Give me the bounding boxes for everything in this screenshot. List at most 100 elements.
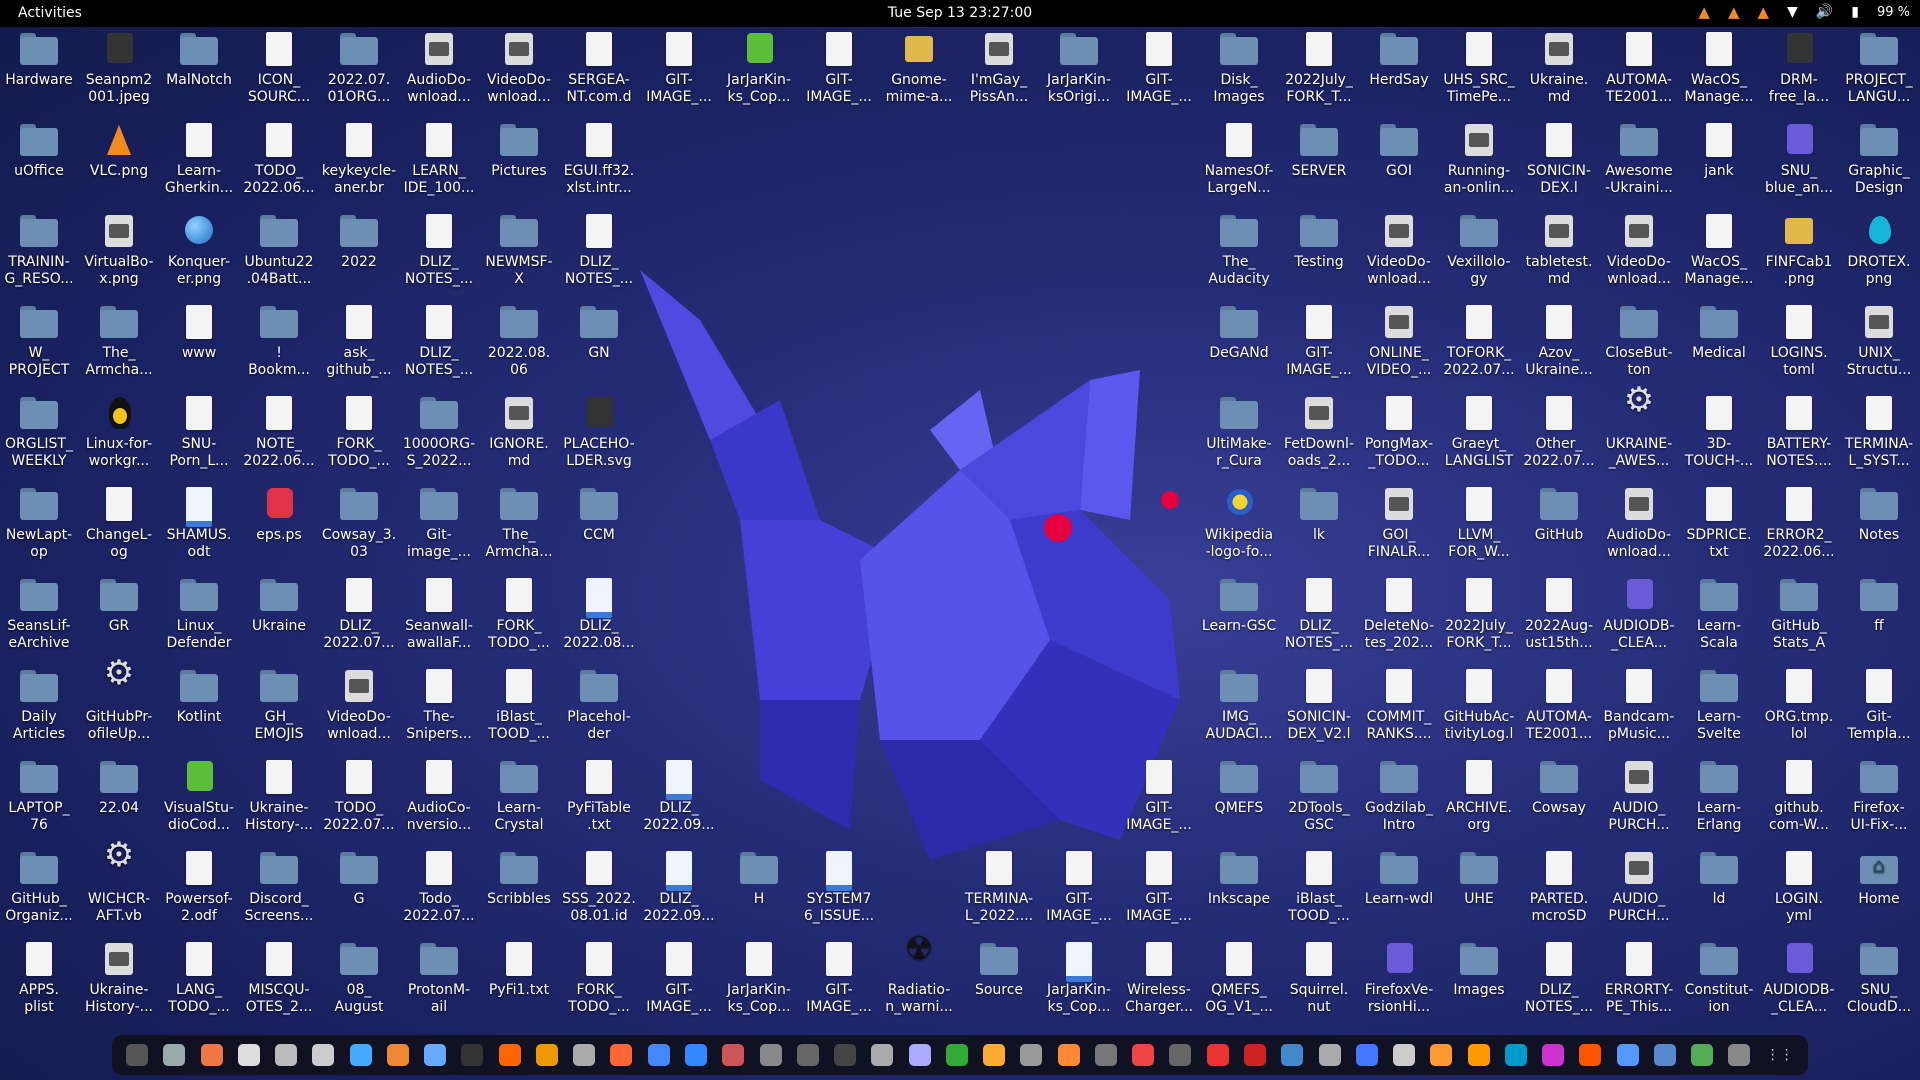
desktop-file-folder[interactable]: PROJECT_ LANGU...: [1840, 30, 1918, 106]
desktop-file-folder[interactable]: Git-image_...: [400, 485, 478, 561]
dock-app-icon[interactable]: [1206, 1044, 1229, 1066]
desktop-file-doc[interactable]: DLIZ_ NOTES_...: [400, 303, 478, 379]
desktop-file-doc[interactable]: NOTE_ 2022.06...: [240, 394, 318, 470]
desktop-file-doc[interactable]: TERMINA- L_2022....: [960, 849, 1038, 925]
desktop-file-doc[interactable]: iBlast_ TOOD_...: [1280, 849, 1358, 925]
desktop-file-folder[interactable]: Constitut-ion: [1680, 940, 1758, 1016]
dock-app-icon[interactable]: [1020, 1044, 1043, 1066]
desktop-file-doc[interactable]: GIT- IMAGE_...: [1120, 849, 1198, 925]
desktop-file-folder[interactable]: TRAININ- G_RESO...: [0, 212, 78, 288]
desktop-file-wiki[interactable]: Wikipedia -logo-fo...: [1200, 485, 1278, 561]
desktop-file-folder[interactable]: QMEFS: [1200, 758, 1278, 817]
desktop-file-folder[interactable]: Cowsay_3. 03: [320, 485, 398, 561]
desktop-file-dark[interactable]: Seanpm2 001.jpeg: [80, 30, 158, 106]
desktop-file-folder[interactable]: Kotlint: [160, 667, 238, 726]
desktop-file-purple[interactable]: FirefoxVe-rsionHi...: [1360, 940, 1438, 1016]
desktop-file-folder[interactable]: Learn-wdl: [1360, 849, 1438, 908]
desktop-file-doc[interactable]: SSS_2022. 08.01.id: [560, 849, 638, 925]
desktop-file-doc[interactable]: ERROR2_ 2022.06...: [1760, 485, 1838, 561]
dock-app-icon[interactable]: [722, 1044, 745, 1066]
desktop-file-doc[interactable]: TOFORK_ 2022.07...: [1440, 303, 1518, 379]
dock-app-icon[interactable]: [647, 1044, 670, 1066]
desktop-file-doc[interactable]: GitHubAc-tivityLog.l: [1440, 667, 1518, 743]
desktop-file-folder[interactable]: Learn- Crystal: [480, 758, 558, 834]
desktop-file-green[interactable]: JarJarKin-ks_Cop...: [720, 30, 798, 106]
dock-app-icon[interactable]: [1616, 1044, 1639, 1066]
desktop-file-folder[interactable]: GitHub_ Stats_A: [1760, 576, 1838, 652]
desktop-file-doc[interactable]: 2022July_ FORK_T...: [1280, 30, 1358, 106]
desktop-file-folder[interactable]: Placehol-der: [560, 667, 638, 743]
desktop-file-folder[interactable]: GH_ EMOJIS: [240, 667, 318, 743]
desktop-file-img[interactable]: ONLINE_ VIDEO_...: [1360, 303, 1438, 379]
desktop-file-doc[interactable]: FORK_ TODO_...: [560, 940, 638, 1016]
desktop-file-img[interactable]: IGNORE. md: [480, 394, 558, 470]
desktop-file-doc[interactable]: Learn- Gherkin...: [160, 121, 238, 197]
desktop-file-folder[interactable]: Pictures: [480, 121, 558, 180]
desktop-file-folder[interactable]: W_ PROJECT: [0, 303, 78, 379]
desktop-file-doc[interactable]: GIT- IMAGE_...: [1040, 849, 1118, 925]
desktop-file-tux[interactable]: Linux-for-workgr...: [80, 394, 158, 470]
desktop-file-folder[interactable]: LAPTOP_ 76: [0, 758, 78, 834]
desktop-file-doc[interactable]: TODO_ 2022.06...: [240, 121, 318, 197]
desktop-file-doc[interactable]: 2022Aug-ust15th...: [1520, 576, 1598, 652]
desktop-file-folder[interactable]: IMG_ AUDACI...: [1200, 667, 1278, 743]
desktop-file-folder[interactable]: Ubuntu22.04Batt...: [240, 212, 318, 288]
desktop-file-folder[interactable]: Firefox- UI-Fix-...: [1840, 758, 1918, 834]
desktop-file-dark[interactable]: DRM-free_la...: [1760, 30, 1838, 106]
desktop-file-doc[interactable]: Ukraine- History-...: [240, 758, 318, 834]
desktop-file-doc[interactable]: QMEFS_ OG_V1_...: [1200, 940, 1278, 1016]
desktop-file-doc[interactable]: MISCQU- OTES_2...: [240, 940, 318, 1016]
dock-app-icon[interactable]: [1542, 1044, 1565, 1066]
desktop-file-folder[interactable]: The_ Armcha...: [80, 303, 158, 379]
desktop-file-doc[interactable]: LOGIN. yml: [1760, 849, 1838, 925]
desktop-file-doc[interactable]: ERRORTY- PE_This...: [1600, 940, 1678, 1016]
desktop-file-doc[interactable]: APPS. plist: [0, 940, 78, 1016]
desktop-file-folder[interactable]: Godzilab_ Intro: [1360, 758, 1438, 834]
desktop-file-folder[interactable]: 08_ August: [320, 940, 398, 1016]
desktop-file-folder[interactable]: ff: [1840, 576, 1918, 635]
desktop-file-doc[interactable]: Other_ 2022.07...: [1520, 394, 1598, 470]
dock-app-icon[interactable]: [126, 1044, 148, 1066]
desktop-file-folder[interactable]: The_ Audacity: [1200, 212, 1278, 288]
desktop-file-folder[interactable]: HerdSay: [1360, 30, 1438, 89]
dock-app-icon[interactable]: [983, 1044, 1006, 1066]
desktop-file-doc[interactable]: ICON_ SOURC...: [240, 30, 318, 106]
desktop-file-doc[interactable]: Powersof- 2.odf: [160, 849, 238, 925]
dock-app-icon[interactable]: [1579, 1044, 1602, 1066]
desktop-file-doc[interactable]: NamesOf- LargeN...: [1200, 121, 1278, 197]
desktop-file-folder[interactable]: GR: [80, 576, 158, 635]
dock-app-icon[interactable]: [1504, 1044, 1527, 1066]
desktop-file-doc[interactable]: Squirrel. nut: [1280, 940, 1358, 1016]
desktop-file-doc[interactable]: ChangeL-og: [80, 485, 158, 561]
desktop-file-yellow[interactable]: Gnome-mime-a...: [880, 30, 958, 106]
dock-app-icon[interactable]: [573, 1044, 596, 1066]
desktop-file-img[interactable]: Running-an-onlin...: [1440, 121, 1518, 197]
desktop-file-img[interactable]: VirtualBo-x.png: [80, 212, 158, 288]
desktop-file-dark[interactable]: PLACEHO- LDER.svg: [560, 394, 638, 470]
desktop-file-doc[interactable]: WacOS_ Manage...: [1680, 212, 1758, 288]
dock-app-icon[interactable]: [312, 1044, 335, 1066]
desktop-file-img[interactable]: AudioDo-wnload...: [400, 30, 478, 106]
desktop-file-folder[interactable]: Linux_ Defender: [160, 576, 238, 652]
desktop-file-folder[interactable]: CCM: [560, 485, 638, 544]
dock-app-icon[interactable]: [386, 1044, 409, 1066]
desktop-file-folder[interactable]: Learn- Scala: [1680, 576, 1758, 652]
dock-app-icon[interactable]: [461, 1044, 484, 1066]
desktop-file-folder[interactable]: UltiMake-r_Cura: [1200, 394, 1278, 470]
desktop-file-folder[interactable]: Hardware: [0, 30, 78, 89]
desktop-file-doc[interactable]: jank: [1680, 121, 1758, 180]
desktop-file-img[interactable]: I'mGay_ PissAn...: [960, 30, 1038, 106]
dock-app-icon[interactable]: [796, 1044, 819, 1066]
desktop-file-img[interactable]: AudioDo-wnload...: [1600, 485, 1678, 561]
desktop-file-folder[interactable]: GitHub_ Organiz...: [0, 849, 78, 925]
desktop-file-doc[interactable]: AUTOMA- TE2001...: [1520, 667, 1598, 743]
dock-app-icon[interactable]: [871, 1044, 894, 1066]
desktop-file-green[interactable]: VisualStu-dioCod...: [160, 758, 238, 834]
desktop-file-doc[interactable]: DLIZ_ NOTES_...: [1280, 576, 1358, 652]
desktop-file-doc[interactable]: Azov_ Ukraine...: [1520, 303, 1598, 379]
desktop-file-doc[interactable]: GIT- IMAGE_...: [640, 30, 718, 106]
desktop-file-doc[interactable]: ask_ github_...: [320, 303, 398, 379]
desktop-file-doc[interactable]: GIT- IMAGE_...: [640, 940, 718, 1016]
desktop-file-doc[interactable]: PARTED. mcroSD: [1520, 849, 1598, 925]
desktop-file-folder[interactable]: Testing: [1280, 212, 1358, 271]
